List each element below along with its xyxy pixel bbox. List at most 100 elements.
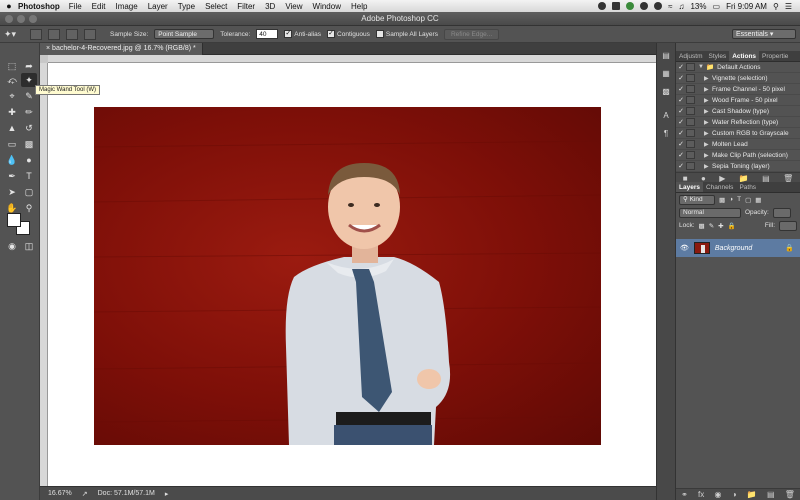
trash-icon[interactable]: 🗑 — [785, 490, 795, 499]
dropbox-icon[interactable] — [612, 2, 621, 10]
battery-icon[interactable]: ▭ — [713, 2, 721, 11]
menu-layer[interactable]: Layer — [148, 2, 168, 11]
tolerance-input[interactable]: 40 — [256, 29, 279, 39]
menu-filter[interactable]: Filter — [237, 2, 255, 11]
marquee-tool-icon[interactable]: ⬚ — [4, 59, 20, 73]
disclosure-right-icon[interactable]: ▶ — [704, 163, 712, 170]
list-item[interactable]: ✓ ▶ Sepia Toning (layer) — [676, 161, 800, 172]
notification-center-icon[interactable]: ☰ — [785, 2, 792, 11]
new-selection-button[interactable] — [30, 28, 42, 40]
menu-edit[interactable]: Edit — [92, 2, 106, 11]
document-canvas[interactable] — [48, 63, 656, 486]
sample-size-select[interactable]: Point Sample — [154, 29, 215, 39]
ruler-origin[interactable] — [40, 55, 48, 63]
checkmark-icon[interactable]: ✓ — [676, 118, 686, 126]
disclosure-right-icon[interactable]: ▶ — [704, 108, 712, 115]
list-item[interactable]: ✓ ▶ Wood Frame - 50 pixel — [676, 95, 800, 106]
dialog-toggle[interactable] — [686, 118, 695, 126]
filter-shape-icon[interactable]: ▢ — [745, 196, 751, 204]
link-layers-icon[interactable]: ⚭ — [681, 490, 688, 499]
blend-mode-select[interactable]: Normal — [679, 207, 741, 218]
brush-tool-icon[interactable]: ✏ — [21, 105, 37, 119]
dialog-toggle[interactable] — [686, 74, 695, 82]
menu-type[interactable]: Type — [178, 2, 195, 11]
filter-adjustment-icon[interactable]: ◑ — [729, 196, 733, 203]
time-machine-icon[interactable] — [654, 2, 663, 10]
photo-image[interactable] — [94, 107, 601, 445]
volume-icon[interactable]: ♫ — [678, 2, 684, 11]
disclosure-right-icon[interactable]: ▶ — [704, 75, 712, 82]
fill-input[interactable] — [779, 220, 797, 231]
list-item[interactable]: ✓ ▶ Water Reflection (type) — [676, 117, 800, 128]
menu-file[interactable]: File — [69, 2, 82, 11]
list-item[interactable]: ✓ ▶ Custom RGB to Grayscale — [676, 128, 800, 139]
foreground-color-swatch[interactable] — [7, 213, 21, 227]
menu-image[interactable]: Image — [115, 2, 137, 11]
dialog-toggle[interactable] — [686, 107, 695, 115]
spotlight-icon[interactable]: ⚲ — [773, 2, 779, 11]
sync-icon[interactable] — [626, 2, 635, 10]
filter-type-icon[interactable]: T — [737, 196, 741, 203]
add-to-selection-button[interactable] — [48, 28, 60, 40]
zoom-tool-icon[interactable]: ⚲ — [21, 201, 37, 215]
list-item[interactable]: ✓ ▶ Frame Channel - 50 pixel — [676, 84, 800, 95]
lock-image-icon[interactable]: ✎ — [709, 222, 714, 230]
opacity-input[interactable] — [772, 207, 791, 218]
type-tool-icon[interactable]: T — [21, 169, 37, 183]
new-group-icon[interactable]: 📁 — [747, 490, 757, 499]
tab-adjustments[interactable]: Adjustm — [676, 51, 705, 61]
tab-actions[interactable]: Actions — [729, 51, 760, 61]
bluetooth-icon[interactable] — [640, 2, 649, 10]
wifi-icon[interactable]: ≈ — [668, 2, 672, 11]
visibility-eye-icon[interactable]: 👁 — [680, 244, 689, 252]
tab-properties[interactable]: Propertie — [759, 51, 791, 61]
disclosure-right-icon[interactable]: ▶ — [704, 141, 712, 148]
history-panel-icon[interactable]: ▤ — [660, 51, 672, 61]
intersect-selection-button[interactable] — [84, 28, 96, 40]
layer-row-background[interactable]: 👁 Background 🔒 — [676, 239, 800, 257]
tab-styles[interactable]: Styles — [705, 51, 729, 61]
menu-help[interactable]: Help — [351, 2, 367, 11]
clock[interactable]: Fri 9:09 AM — [726, 2, 767, 11]
disclosure-right-icon[interactable]: ▶ — [704, 86, 712, 93]
paragraph-panel-icon[interactable]: ¶ — [660, 129, 672, 139]
eraser-tool-icon[interactable]: ▭ — [4, 137, 20, 151]
gradient-tool-icon[interactable]: ▩ — [21, 137, 37, 151]
tab-layers[interactable]: Layers — [676, 182, 703, 192]
close-window-button[interactable] — [5, 15, 13, 23]
horizontal-ruler[interactable] — [48, 55, 656, 63]
checkmark-icon[interactable]: ✓ — [676, 96, 686, 104]
clone-stamp-tool-icon[interactable]: ▲ — [4, 121, 20, 135]
disclosure-right-icon[interactable]: ▶ — [704, 152, 712, 159]
vertical-ruler[interactable] — [40, 63, 48, 486]
properties-panel-icon[interactable]: ▦ — [660, 69, 672, 79]
dialog-toggle[interactable] — [686, 63, 695, 71]
list-item[interactable]: ✓ ▶ Vignette (selection) — [676, 73, 800, 84]
checkmark-icon[interactable]: ✓ — [676, 107, 686, 115]
disclosure-right-icon[interactable]: ▶ — [704, 130, 712, 137]
dialog-toggle[interactable] — [686, 162, 695, 170]
list-item[interactable]: ✓ ▶ Molten Lead — [676, 139, 800, 150]
menu-3d[interactable]: 3D — [265, 2, 275, 11]
anti-alias-checkbox[interactable]: ✓ Anti-alias — [284, 30, 321, 38]
menu-window[interactable]: Window — [313, 2, 341, 11]
status-share-icon[interactable]: ↗ — [82, 490, 88, 498]
lock-transparent-icon[interactable]: ▩ — [699, 222, 705, 230]
contiguous-checkbox[interactable]: ✓ Contiguous — [327, 30, 370, 38]
refine-edge-button[interactable]: Refine Edge... — [443, 28, 500, 40]
pen-tool-icon[interactable]: ✒ — [4, 169, 20, 183]
layer-lock-icon[interactable]: 🔒 — [785, 244, 794, 252]
lock-all-icon[interactable]: 🔒 — [728, 222, 736, 230]
history-brush-tool-icon[interactable]: ↺ — [21, 121, 37, 135]
menu-view[interactable]: View — [285, 2, 302, 11]
checkmark-icon[interactable]: ✓ — [676, 63, 686, 71]
creative-cloud-icon[interactable] — [598, 2, 607, 10]
dialog-toggle[interactable] — [686, 151, 695, 159]
lock-position-icon[interactable]: ✚ — [718, 222, 723, 230]
filter-pixel-icon[interactable]: ▩ — [719, 196, 725, 204]
swatches-panel-icon[interactable]: ▩ — [660, 87, 672, 97]
checkmark-icon[interactable]: ✓ — [676, 129, 686, 137]
layer-mask-icon[interactable]: ◉ — [714, 490, 721, 499]
rectangle-tool-icon[interactable]: ▢ — [21, 185, 37, 199]
filter-smart-object-icon[interactable]: ▦ — [755, 196, 761, 204]
